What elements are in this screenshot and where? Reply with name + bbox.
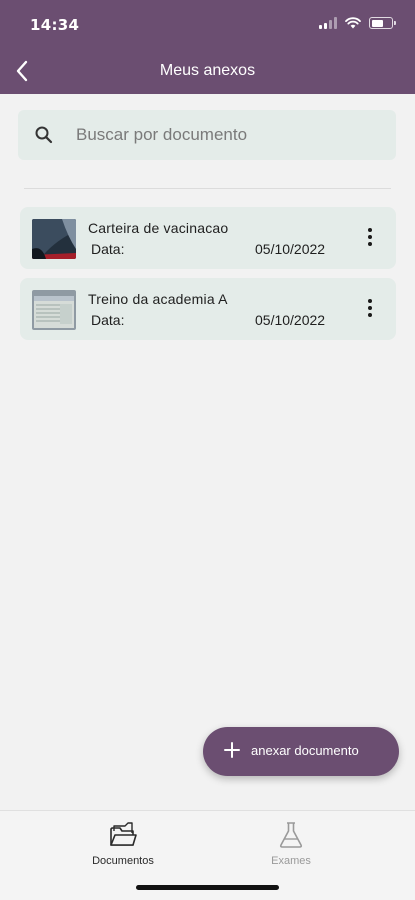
divider	[24, 188, 391, 189]
document-card[interactable]: Treino da academia A Data: 05/10/2022	[20, 278, 396, 340]
document-date-label: Data:	[91, 312, 125, 328]
document-thumbnail	[32, 219, 76, 259]
document-date: 05/10/2022	[255, 241, 326, 257]
plus-icon	[224, 742, 240, 758]
document-name: Treino da academia A	[88, 291, 228, 307]
document-name: Carteira de vacinacao	[88, 220, 229, 236]
document-date: 05/10/2022	[255, 312, 326, 328]
document-date-label: Data:	[91, 241, 125, 257]
search-input[interactable]	[76, 110, 376, 160]
more-options-button[interactable]	[362, 225, 378, 249]
tab-exames[interactable]: Exames	[231, 819, 351, 873]
document-thumbnail	[32, 290, 76, 330]
status-time: 14:34	[30, 16, 80, 34]
tab-documentos[interactable]: Documentos	[63, 819, 183, 873]
attach-document-button[interactable]: anexar documento	[203, 727, 399, 776]
status-bar: 14:34	[0, 0, 415, 46]
wifi-icon	[345, 17, 361, 29]
search-icon	[35, 126, 53, 144]
page-title: Meus anexos	[159, 62, 256, 79]
folder-icon	[110, 822, 137, 846]
tab-documentos-label: Documentos	[92, 855, 154, 867]
search-bar[interactable]	[18, 110, 396, 160]
flask-icon	[279, 822, 303, 848]
home-indicator[interactable]	[136, 885, 279, 890]
app-header: 14:34 Meus anexos	[0, 0, 415, 94]
cellular-signal-icon	[319, 17, 337, 29]
more-vertical-icon	[368, 299, 372, 303]
battery-icon	[369, 17, 396, 29]
more-options-button[interactable]	[362, 296, 378, 320]
tab-exames-label: Exames	[271, 855, 311, 867]
more-vertical-icon	[368, 228, 372, 232]
status-icons	[319, 17, 396, 29]
document-card[interactable]: Carteira de vacinacao Data: 05/10/2022	[20, 207, 396, 269]
nav-row: Meus anexos	[0, 50, 415, 94]
attach-document-label: anexar documento	[251, 743, 359, 758]
